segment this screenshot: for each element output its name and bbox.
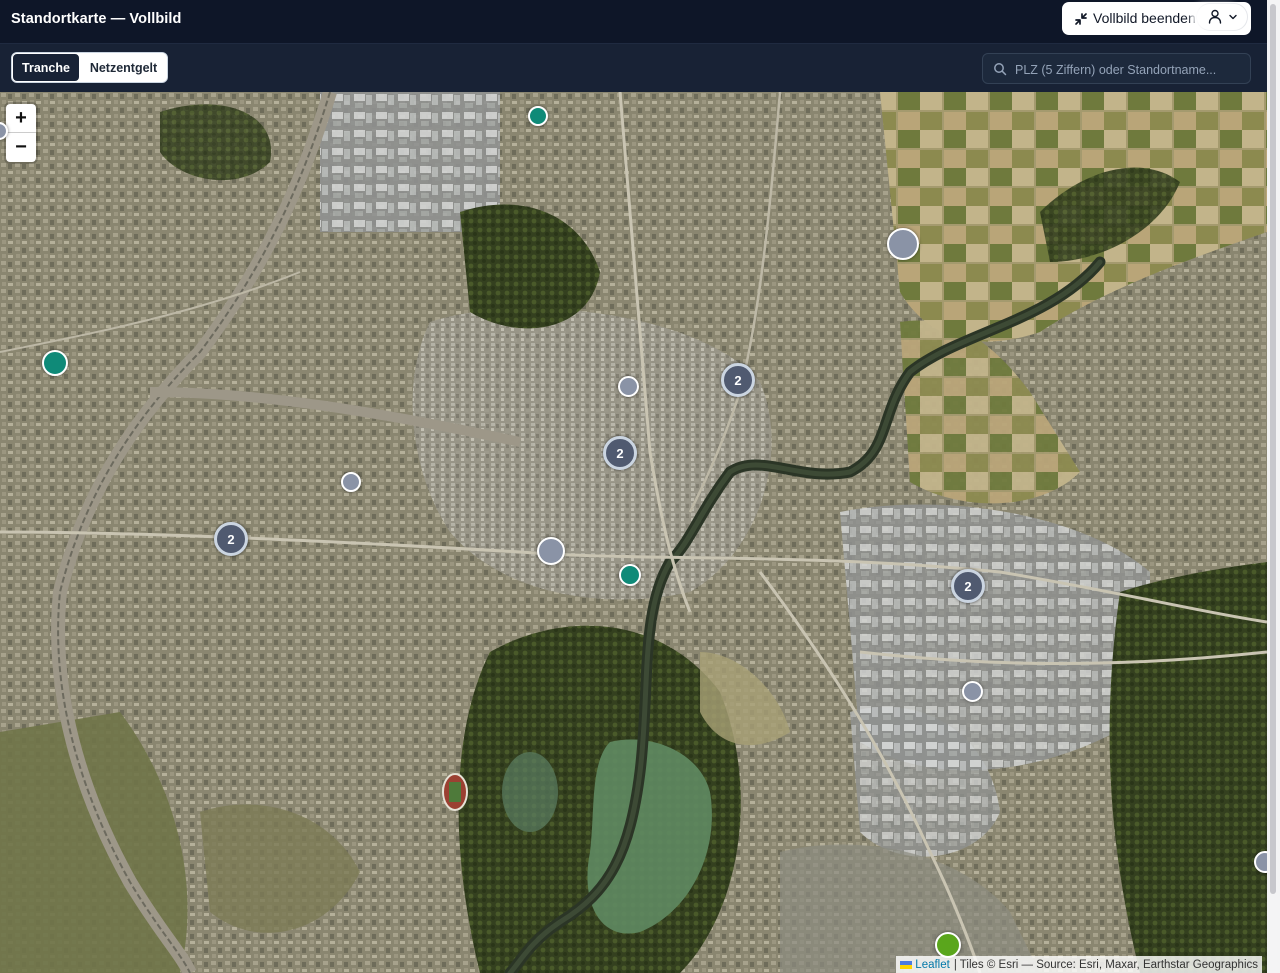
site-marker[interactable] [887,228,919,260]
tab-tranche[interactable]: Tranche [12,53,80,82]
cluster-marker[interactable]: 2 [721,363,755,397]
layer-toggle: Tranche Netzentgelt [11,52,168,83]
search-box [982,53,1251,84]
cluster-marker[interactable]: 2 [951,569,985,603]
user-icon [1208,9,1222,24]
attribution-text: | Tiles © Esri — Source: Esri, Maxar, Ea… [953,958,1258,971]
map-attribution: Leaflet | Tiles © Esri — Source: Esri, M… [896,956,1262,973]
map-toolbar: Tranche Netzentgelt [0,44,1267,92]
search-input[interactable] [1013,57,1249,82]
zoom-in-button[interactable]: + [6,104,36,133]
top-bar: Standortkarte — Vollbild Vollbild beende… [0,0,1267,44]
site-marker[interactable] [341,472,361,492]
minimize-icon [1075,13,1087,25]
map-canvas[interactable]: + − 2 2 2 2 Leaflet | Tiles © Esri — Sou… [0,92,1267,973]
scrollbar-thumb[interactable] [1270,4,1276,894]
zoom-control: + − [6,104,36,162]
page-scrollbar[interactable] [1267,0,1280,973]
cluster-marker[interactable]: 2 [603,436,637,470]
site-marker[interactable] [618,376,639,397]
satellite-imagery [0,92,1267,973]
site-marker[interactable] [962,681,983,702]
page-title: Standortkarte — Vollbild [11,11,182,27]
leaflet-link[interactable]: Leaflet [915,959,950,971]
cluster-marker[interactable]: 2 [214,522,248,556]
exit-fullscreen-label: Vollbild beenden [1093,10,1196,26]
ukraine-flag-icon [900,960,913,969]
site-marker[interactable] [42,350,68,376]
site-marker[interactable] [935,932,961,958]
fullscreen-map-view: Standortkarte — Vollbild Vollbild beende… [0,0,1267,973]
site-marker[interactable] [619,564,641,586]
user-menu-button[interactable] [1197,4,1247,30]
search-icon [994,63,1007,76]
zoom-out-button[interactable]: − [6,133,36,161]
site-marker[interactable] [528,106,548,126]
tab-netzentgelt[interactable]: Netzentgelt [80,53,167,82]
chevron-down-icon [1229,14,1237,20]
site-marker[interactable] [537,537,565,565]
